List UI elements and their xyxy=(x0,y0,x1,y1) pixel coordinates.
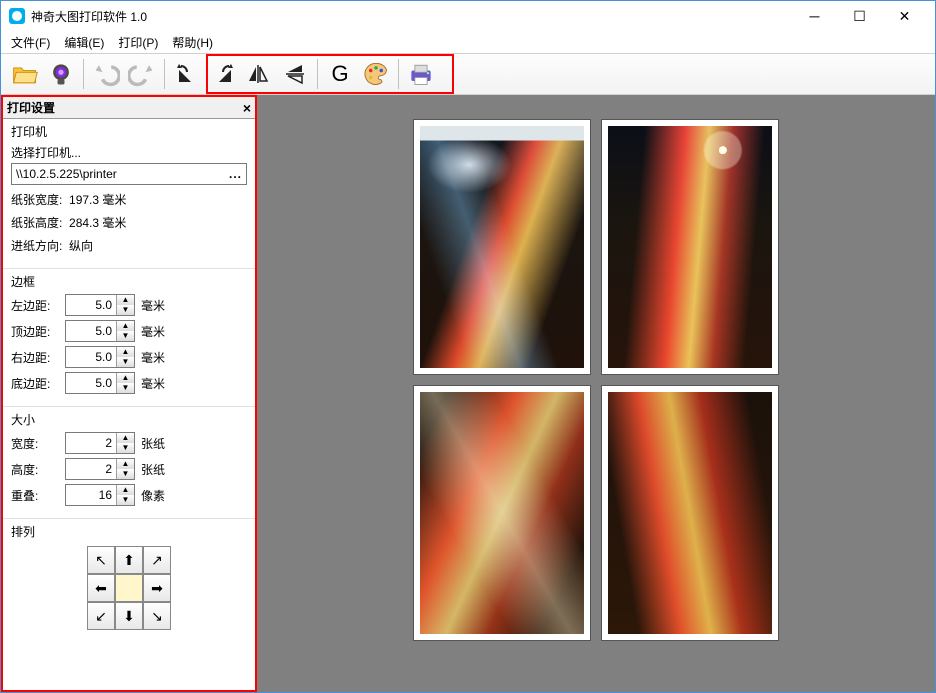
align-center[interactable] xyxy=(115,574,143,602)
undo-icon[interactable] xyxy=(88,56,124,92)
menu-help[interactable]: 帮助(H) xyxy=(172,34,213,51)
size-section-label: 大小 xyxy=(11,411,247,428)
maximize-button[interactable]: ☐ xyxy=(837,2,882,30)
rotate-right-icon[interactable] xyxy=(205,56,241,92)
preview-area xyxy=(257,95,935,692)
margin-left-label: 左边距: xyxy=(11,297,59,314)
feed-label: 进纸方向: xyxy=(11,239,62,253)
window-title: 神奇大图打印软件 1.0 xyxy=(31,8,147,25)
titlebar: 神奇大图打印软件 1.0 ─ ☐ ✕ xyxy=(1,1,935,31)
app-icon xyxy=(9,8,25,24)
paper-width-label: 纸张宽度: xyxy=(11,193,62,207)
align-top-left[interactable]: ↖ xyxy=(87,546,115,574)
align-section-label: 排列 xyxy=(11,523,247,540)
align-right[interactable]: ➡ xyxy=(143,574,171,602)
rotate-left-icon[interactable] xyxy=(169,56,205,92)
margin-left-input[interactable]: ▲▼ xyxy=(65,294,135,316)
preview-tile xyxy=(601,119,779,375)
printer-value: \\10.2.5.225\printer xyxy=(16,167,117,181)
flip-horizontal-icon[interactable] xyxy=(241,56,277,92)
size-width-input[interactable]: ▲▼ xyxy=(65,432,135,454)
color-adjust-icon[interactable] xyxy=(358,56,394,92)
align-bottom-right[interactable]: ↘ xyxy=(143,602,171,630)
margin-right-label: 右边距: xyxy=(11,349,59,366)
preview-tiles xyxy=(413,119,779,641)
preview-tile xyxy=(413,385,591,641)
feed-value: 纵向 xyxy=(69,239,93,253)
size-overlap-label: 重叠: xyxy=(11,487,59,504)
preview-tile xyxy=(601,385,779,641)
flip-vertical-icon[interactable] xyxy=(277,56,313,92)
margin-top-input[interactable]: ▲▼ xyxy=(65,320,135,342)
paper-width-value: 197.3 毫米 xyxy=(69,193,126,207)
align-bottom-left[interactable]: ↙ xyxy=(87,602,115,630)
align-bottom[interactable]: ⬇ xyxy=(115,602,143,630)
alignment-grid: ↖ ⬆ ↗ ⬅ ➡ ↙ ⬇ ↘ xyxy=(87,546,171,630)
margin-bottom-label: 底边距: xyxy=(11,375,59,392)
printer-icon[interactable] xyxy=(403,56,439,92)
size-height-input[interactable]: ▲▼ xyxy=(65,458,135,480)
margin-right-input[interactable]: ▲▼ xyxy=(65,346,135,368)
toolbar: G xyxy=(1,53,935,95)
panel-close-icon[interactable]: × xyxy=(243,100,251,116)
grayscale-icon[interactable]: G xyxy=(322,56,358,92)
panel-title: 打印设置 xyxy=(7,99,55,116)
open-file-icon[interactable] xyxy=(7,56,43,92)
minimize-button[interactable]: ─ xyxy=(792,2,837,30)
paper-height-label: 纸张高度: xyxy=(11,216,62,230)
menu-file[interactable]: 文件(F) xyxy=(11,34,50,51)
size-overlap-input[interactable]: ▲▼ xyxy=(65,484,135,506)
margin-bottom-input[interactable]: ▲▼ xyxy=(65,372,135,394)
panel-header: 打印设置 × xyxy=(3,97,255,119)
size-height-label: 高度: xyxy=(11,461,59,478)
align-top-right[interactable]: ↗ xyxy=(143,546,171,574)
paper-height-value: 284.3 毫米 xyxy=(69,216,126,230)
print-settings-panel: 打印设置 × 打印机 选择打印机... \\10.2.5.225\printer… xyxy=(1,95,257,692)
margin-top-label: 顶边距: xyxy=(11,323,59,340)
menu-print[interactable]: 打印(P) xyxy=(118,34,158,51)
margin-section-label: 边框 xyxy=(11,273,247,290)
printer-dropdown[interactable]: \\10.2.5.225\printer ... xyxy=(11,163,247,185)
align-top[interactable]: ⬆ xyxy=(115,546,143,574)
size-width-label: 宽度: xyxy=(11,435,59,452)
close-button[interactable]: ✕ xyxy=(882,2,927,30)
menu-edit[interactable]: 编辑(E) xyxy=(64,34,104,51)
menubar: 文件(F) 编辑(E) 打印(P) 帮助(H) 方向、色彩调整 xyxy=(1,31,935,53)
printer-section-label: 打印机 xyxy=(11,123,247,140)
align-left[interactable]: ⬅ xyxy=(87,574,115,602)
printer-select-label: 选择打印机... xyxy=(11,144,247,161)
redo-icon[interactable] xyxy=(124,56,160,92)
preview-tile xyxy=(413,119,591,375)
camera-icon[interactable] xyxy=(43,56,79,92)
ellipsis-icon: ... xyxy=(229,167,242,181)
